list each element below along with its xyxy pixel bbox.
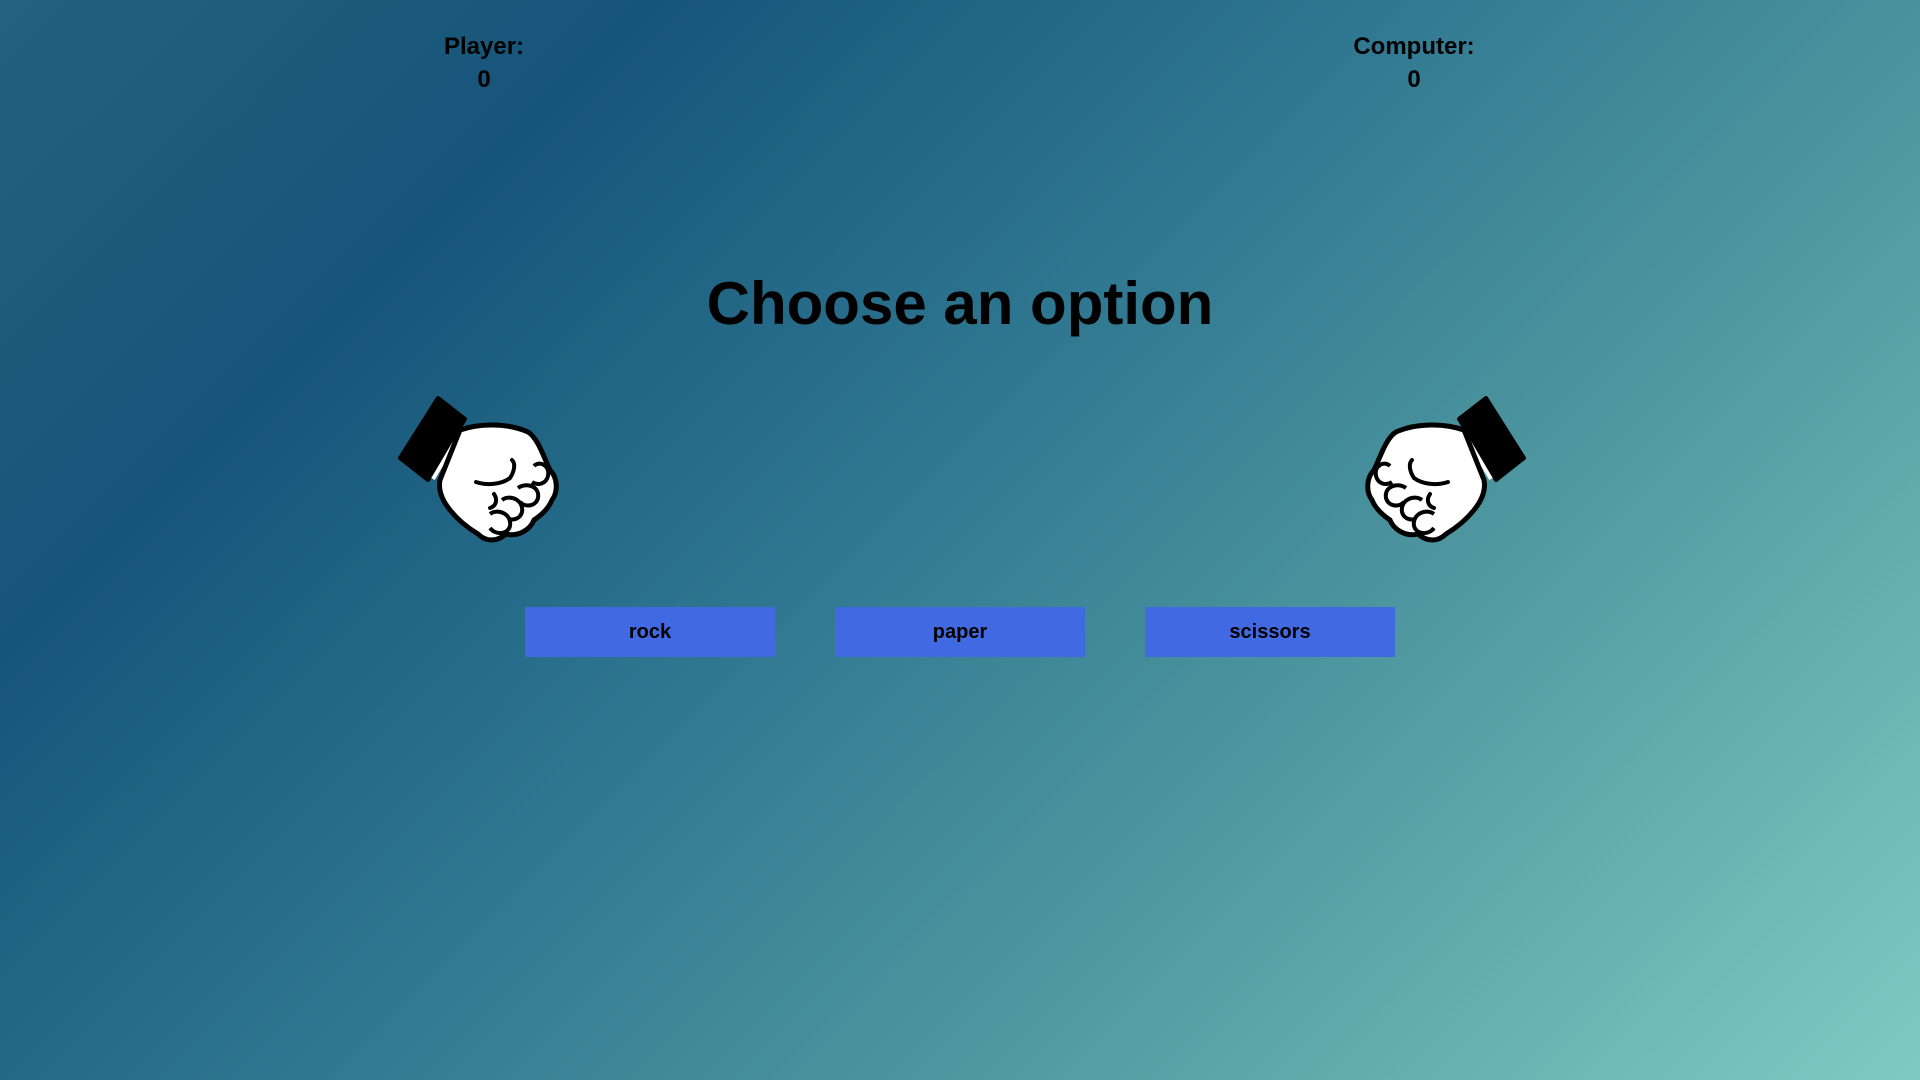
paper-button[interactable]: paper xyxy=(835,607,1085,657)
player-score-value: 0 xyxy=(477,66,491,93)
computer-score-label: Computer: xyxy=(1353,33,1475,60)
player-score-panel: Player: 0 xyxy=(384,30,584,96)
choice-buttons: rock paper scissors xyxy=(525,607,1395,657)
scissors-button[interactable]: scissors xyxy=(1145,607,1395,657)
rock-button[interactable]: rock xyxy=(525,607,775,657)
choose-option-title: Choose an option xyxy=(706,270,1214,337)
computer-fist-icon xyxy=(1356,396,1526,548)
player-score-label: Player: xyxy=(443,33,525,60)
computer-score-value: 0 xyxy=(1407,66,1421,93)
player-fist-icon xyxy=(398,396,568,548)
computer-score-panel: Computer: 0 xyxy=(1314,30,1514,96)
